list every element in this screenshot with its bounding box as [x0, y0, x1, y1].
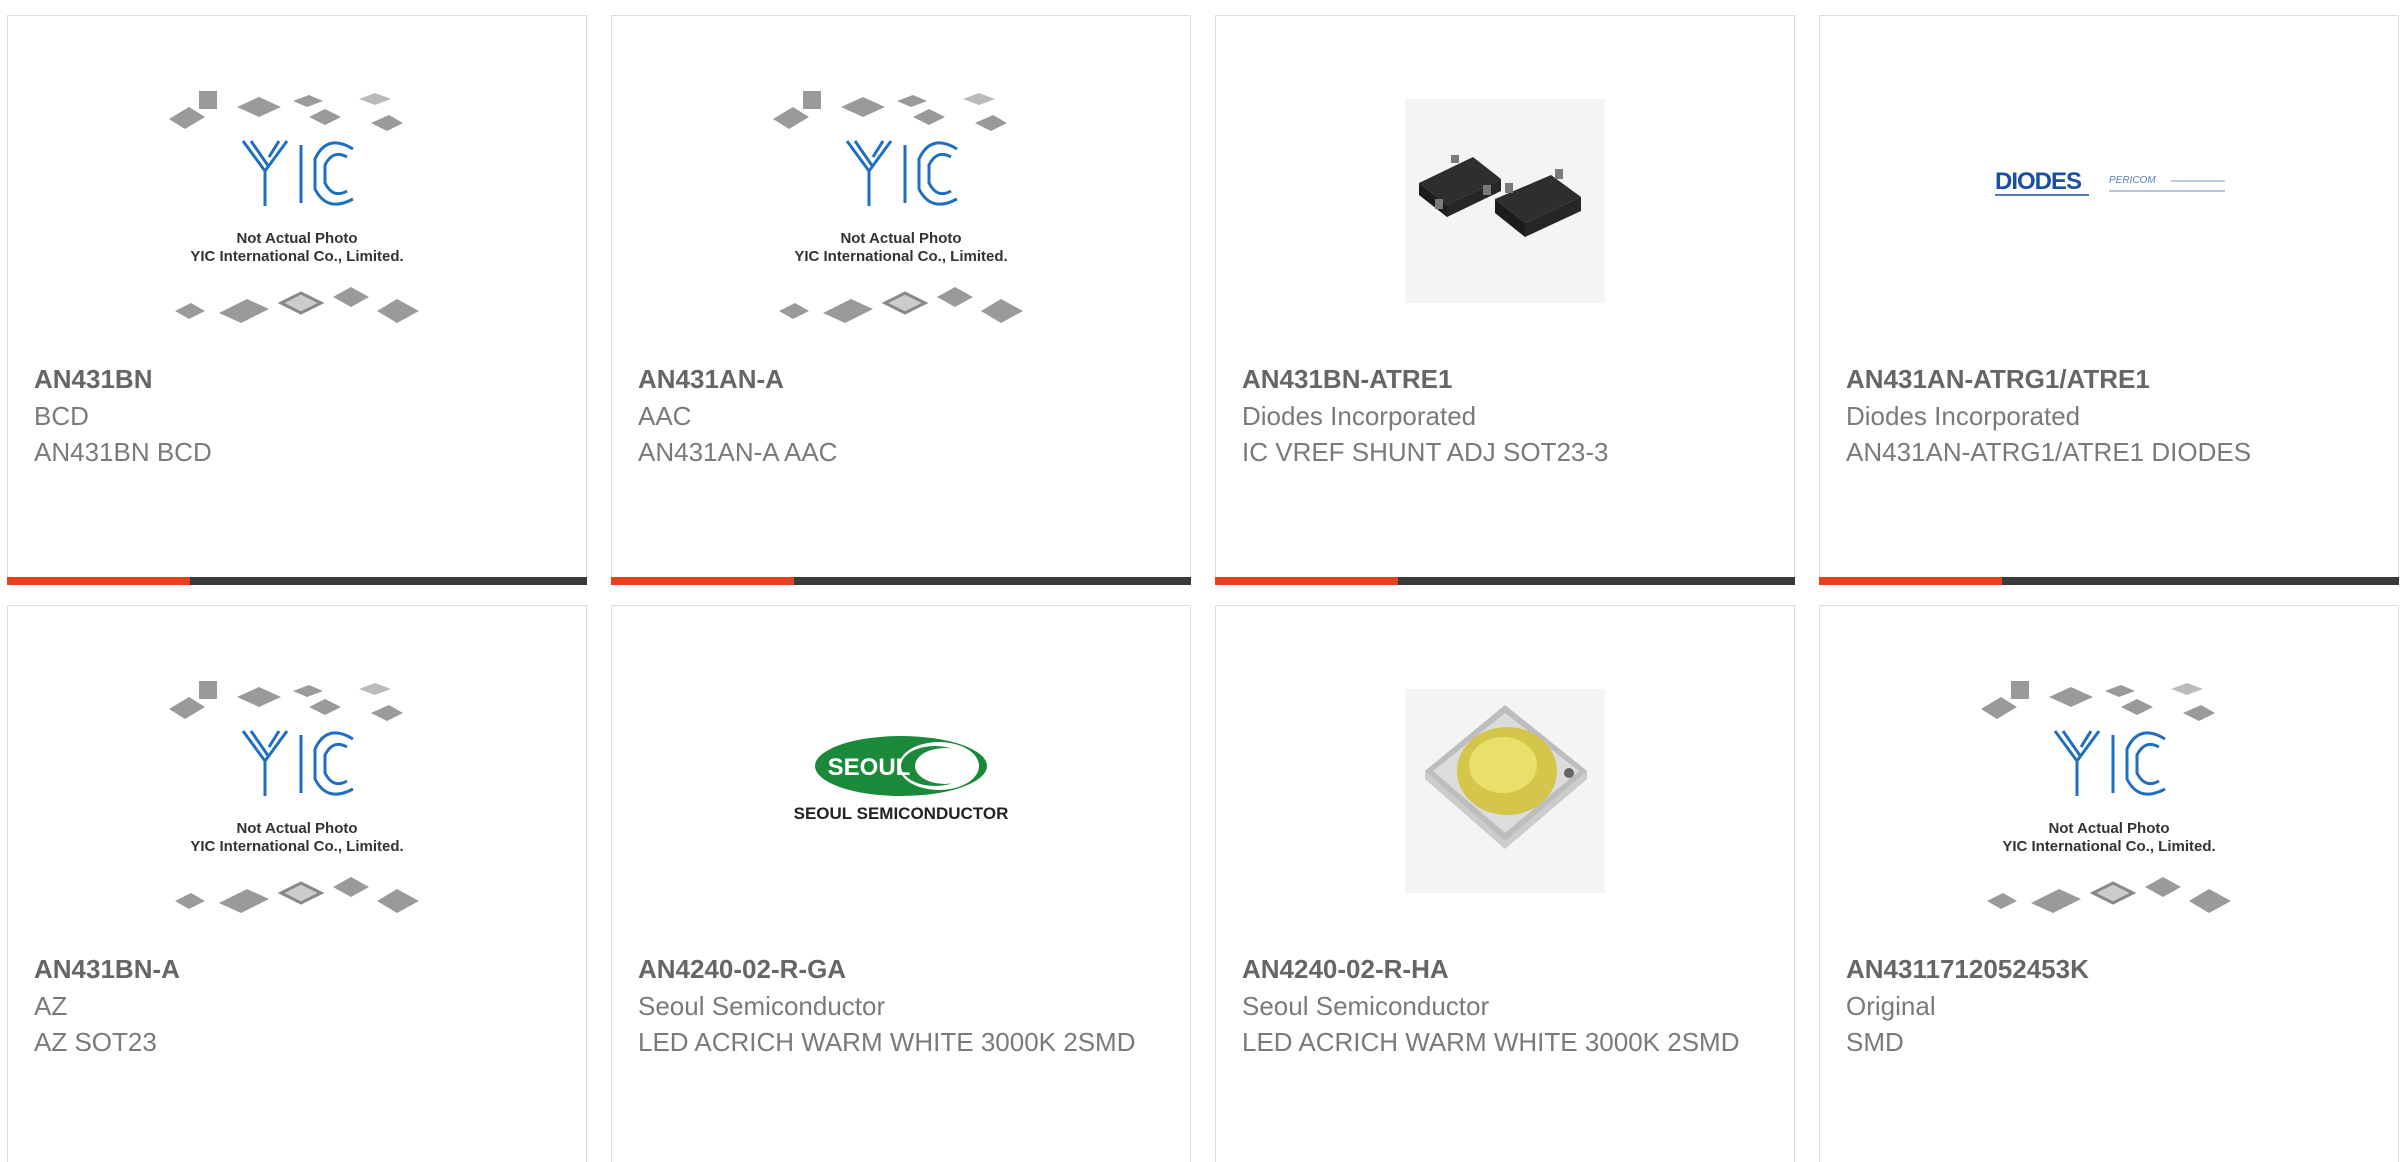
seoul-semiconductor-wordmark: SEOUL SEMICONDUCTOR — [794, 804, 1009, 823]
product-image-placeholder[interactable]: Not Actual Photo YIC International Co., … — [751, 71, 1051, 341]
part-number-link[interactable]: AN4311712052453K — [1846, 950, 2378, 988]
part-number-link[interactable]: AN431BN-A — [34, 950, 566, 988]
card-bottom-bar — [1819, 577, 2399, 585]
description-text: LED ACRICH WARM WHITE 3000K 2SMD — [1242, 1027, 1740, 1057]
description-text: LED ACRICH WARM WHITE 3000K 2SMD — [638, 1027, 1136, 1057]
product-image-sot23[interactable] — [1355, 71, 1655, 341]
placeholder-text-line1: Not Actual Photo — [236, 820, 357, 837]
product-image-placeholder[interactable]: Not Actual Photo YIC International Co., … — [147, 71, 447, 341]
card-bottom-bar — [611, 577, 1191, 585]
product-image-diodes-logo[interactable]: DIODES PERICOM — [1959, 71, 2259, 341]
product-card[interactable]: Not Actual Photo YIC International Co., … — [7, 605, 587, 1162]
part-number-link[interactable]: AN4240-02-R-GA — [638, 950, 1170, 988]
description-text: AZ SOT23 — [34, 1027, 157, 1057]
description-text: AN431BN BCD — [34, 437, 212, 467]
manufacturer-label: Diodes Incorporated — [1846, 401, 2081, 431]
product-card[interactable]: Not Actual Photo YIC International Co., … — [611, 15, 1191, 585]
placeholder-text-line2: YIC International Co., Limited. — [190, 248, 403, 265]
card-accent-bar — [7, 577, 190, 585]
part-number-link[interactable]: AN431AN-ATRG1/ATRE1 — [1846, 360, 2378, 398]
placeholder-text-line2: YIC International Co., Limited. — [190, 838, 403, 855]
card-accent-bar — [611, 577, 794, 585]
product-card[interactable]: Not Actual Photo YIC International Co., … — [7, 15, 587, 585]
card-accent-bar — [1819, 577, 2002, 585]
placeholder-text-line1: Not Actual Photo — [840, 230, 961, 247]
description-text: SMD — [1846, 1027, 1904, 1057]
manufacturer-label: Seoul Semiconductor — [1242, 991, 1490, 1021]
pericom-logo: PERICOM — [2109, 175, 2156, 186]
placeholder-text-line1: Not Actual Photo — [2048, 820, 2169, 837]
placeholder-text-line2: YIC International Co., Limited. — [794, 248, 1007, 265]
placeholder-text-line1: Not Actual Photo — [236, 230, 357, 247]
card-accent-bar — [1215, 577, 1398, 585]
part-number-link[interactable]: AN431BN-ATRE1 — [1242, 360, 1774, 398]
card-bottom-bar — [1215, 577, 1795, 585]
manufacturer-label: Diodes Incorporated — [1242, 401, 1477, 431]
part-number-link[interactable]: AN4240-02-R-HA — [1242, 950, 1774, 988]
part-number-link[interactable]: AN431BN — [34, 360, 566, 398]
product-card[interactable]: AN431BN-ATRE1 Diodes Incorporated IC VRE… — [1215, 15, 1795, 585]
manufacturer-label: Original — [1846, 991, 1936, 1021]
description-text: AN431AN-ATRG1/ATRE1 DIODES — [1846, 437, 2252, 467]
part-number-link[interactable]: AN431AN-A — [638, 360, 1170, 398]
manufacturer-label: Seoul Semiconductor — [638, 991, 886, 1021]
product-card[interactable]: DIODES PERICOM AN431AN-ATRG1/ATRE1 Diode… — [1819, 15, 2399, 585]
diodes-logo: DIODES — [1995, 168, 2082, 195]
description-text: AN431AN-A AAC — [638, 437, 838, 467]
product-card[interactable]: Not Actual Photo YIC International Co., … — [1819, 605, 2399, 1162]
product-image-led[interactable] — [1355, 661, 1655, 931]
product-image-placeholder[interactable]: Not Actual Photo YIC International Co., … — [1959, 661, 2259, 931]
card-bottom-bar — [7, 577, 587, 585]
product-image-seoul-logo[interactable]: SEOUL SEOUL SEMICONDUCTOR — [751, 661, 1051, 931]
product-card[interactable]: AN4240-02-R-HA Seoul Semiconductor LED A… — [1215, 605, 1795, 1162]
seoul-logo: SEOUL — [828, 754, 911, 781]
manufacturer-label: BCD — [34, 401, 89, 431]
placeholder-text-line2: YIC International Co., Limited. — [2002, 838, 2215, 855]
description-text: IC VREF SHUNT ADJ SOT23-3 — [1242, 437, 1609, 467]
product-card[interactable]: SEOUL SEOUL SEMICONDUCTOR AN4240-02-R-GA… — [611, 605, 1191, 1162]
product-image-placeholder[interactable]: Not Actual Photo YIC International Co., … — [147, 661, 447, 931]
product-grid: Not Actual Photo YIC International Co., … — [0, 0, 2400, 1162]
manufacturer-label: AZ — [34, 991, 68, 1021]
manufacturer-label: AAC — [638, 401, 692, 431]
